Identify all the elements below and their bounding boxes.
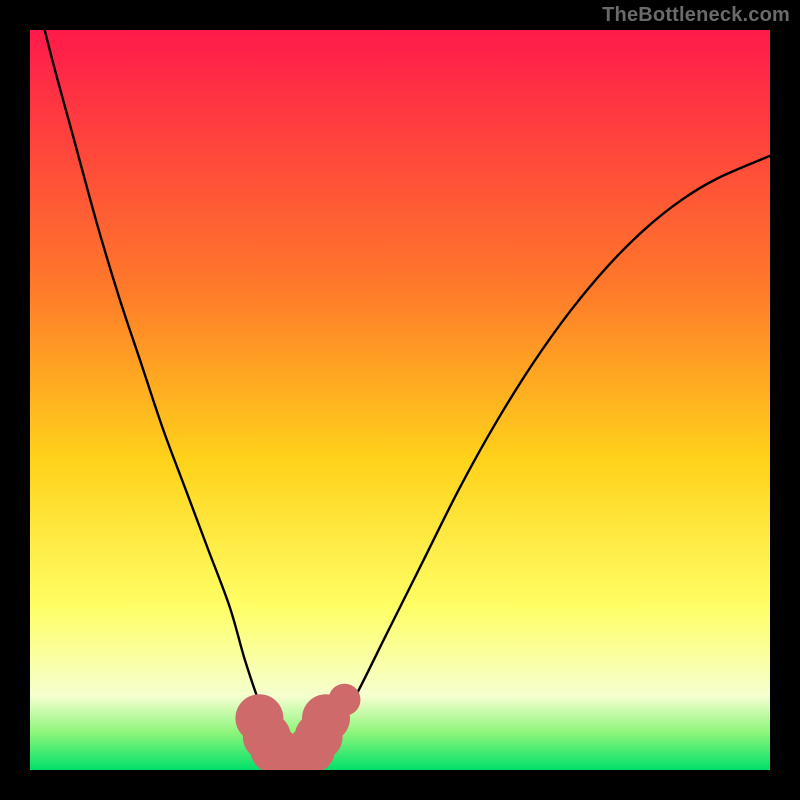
watermark-text: TheBottleneck.com <box>602 4 790 27</box>
plot-area <box>30 30 770 770</box>
gradient-background <box>30 30 770 770</box>
highlight-point <box>329 684 361 716</box>
chart-svg <box>30 30 770 770</box>
outer-frame: TheBottleneck.com <box>0 0 800 800</box>
